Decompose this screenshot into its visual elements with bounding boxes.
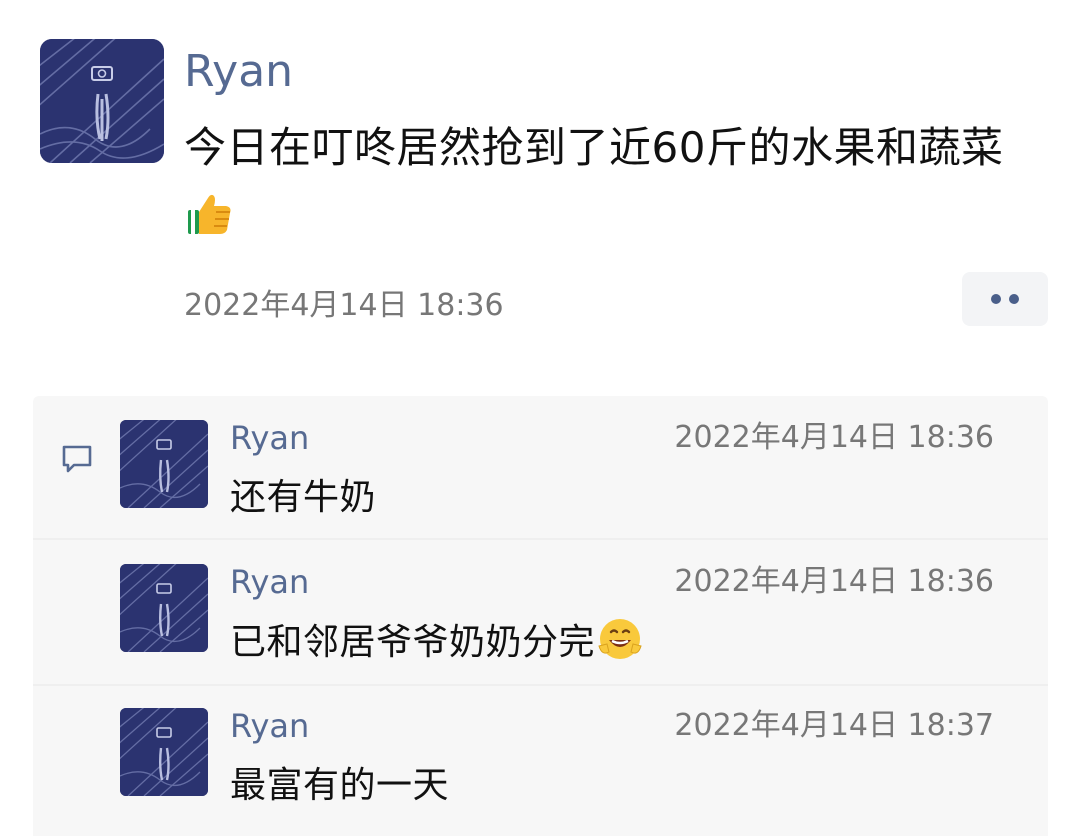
- more-dots-icon-dot: [1009, 294, 1019, 304]
- post-author-name[interactable]: Ryan: [184, 44, 293, 100]
- comment-timestamp: 2022年4月14日 18:36: [674, 564, 994, 599]
- comment-avatar[interactable]: [120, 420, 208, 508]
- grinning-face-icon: [597, 616, 643, 662]
- post-timestamp: 2022年4月14日 18:36: [184, 288, 504, 323]
- comment-divider: [33, 538, 1048, 540]
- comment-timestamp: 2022年4月14日 18:37: [674, 708, 994, 743]
- comment-text: 已和邻居爷爷奶奶分完: [230, 622, 596, 663]
- comment-timestamp: 2022年4月14日 18:36: [674, 420, 994, 455]
- comment-item[interactable]: Ryan 2022年4月14日 18:36 已和邻居爷爷奶奶分完: [120, 562, 1020, 692]
- thumbs-up-icon: [186, 190, 234, 238]
- post-avatar[interactable]: [40, 39, 164, 163]
- comment-author-name[interactable]: Ryan: [230, 562, 309, 602]
- comment-author-name[interactable]: Ryan: [230, 418, 309, 458]
- comment-avatar[interactable]: [120, 708, 208, 796]
- comment-author-name[interactable]: Ryan: [230, 706, 309, 746]
- comment-avatar[interactable]: [120, 564, 208, 652]
- more-options-button[interactable]: [962, 272, 1048, 326]
- comment-item[interactable]: Ryan 2022年4月14日 18:37 最富有的一天: [120, 706, 1020, 836]
- more-dots-icon: [991, 294, 1001, 304]
- comment-item[interactable]: Ryan 2022年4月14日 18:36 还有牛奶: [120, 418, 1020, 548]
- comment-content: 已和邻居爷爷奶奶分完: [230, 616, 643, 669]
- comment-text: 还有牛奶: [230, 477, 377, 518]
- post-content: 今日在叮咚居然抢到了近60斤的水果和蔬菜: [184, 114, 1034, 250]
- comment-text: 最富有的一天: [230, 765, 450, 806]
- post-text: 今日在叮咚居然抢到了近60斤的水果和蔬菜: [184, 123, 1004, 172]
- comment-icon: [60, 441, 94, 475]
- comment-divider: [33, 684, 1048, 686]
